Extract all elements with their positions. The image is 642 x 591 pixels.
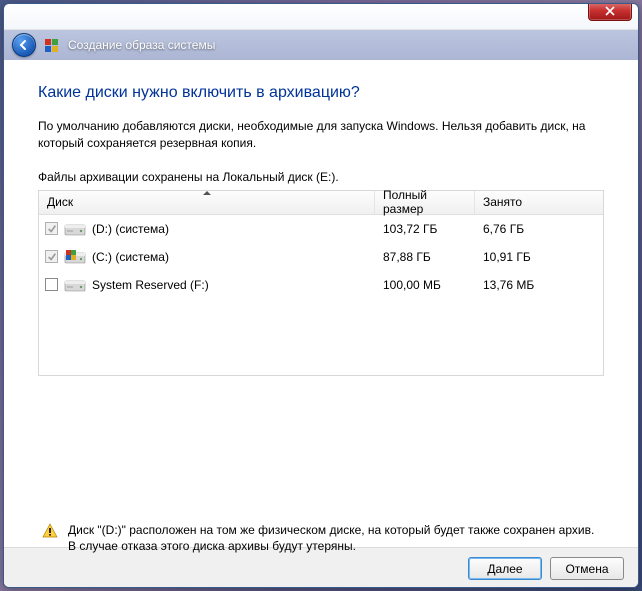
col-header-size[interactable]: Полный размер <box>375 191 475 214</box>
warning-icon <box>42 523 58 539</box>
close-icon <box>605 6 615 16</box>
cell-used: 10,91 ГБ <box>475 250 603 264</box>
table-body: (D:) (система) 103,72 ГБ6,76 ГБ (C:) (сист… <box>39 215 603 375</box>
cell-disk: System Reserved (F:) <box>39 277 375 293</box>
window-title: Создание образа системы <box>68 38 215 52</box>
col-header-disk-label: Диск <box>47 195 73 209</box>
drive-label: (C:) (система) <box>92 250 169 264</box>
cell-size: 100,00 МБ <box>375 278 475 292</box>
drive-icon <box>64 277 86 293</box>
warning-area: Диск "(D:)" расположен на том же физичес… <box>38 522 604 556</box>
row-checkbox <box>45 250 58 263</box>
next-button[interactable]: Далее <box>468 557 542 580</box>
table-row[interactable]: (D:) (система) 103,72 ГБ6,76 ГБ <box>39 215 603 243</box>
cell-used: 6,76 ГБ <box>475 222 603 236</box>
titlebar[interactable] <box>4 4 638 30</box>
page-description: По умолчанию добавляются диски, необходи… <box>38 118 604 152</box>
content-area: Какие диски нужно включить в архивацию? … <box>4 60 638 547</box>
cell-used: 13,76 МБ <box>475 278 603 292</box>
drive-label: (D:) (система) <box>92 222 169 236</box>
cell-size: 87,88 ГБ <box>375 250 475 264</box>
row-checkbox[interactable] <box>45 278 58 291</box>
windows-flag-icon <box>44 37 60 53</box>
cell-size: 103,72 ГБ <box>375 222 475 236</box>
page-heading: Какие диски нужно включить в архивацию? <box>38 84 604 102</box>
drive-label: System Reserved (F:) <box>92 278 209 292</box>
table-row[interactable]: (C:) (система) 87,88 ГБ10,91 ГБ <box>39 243 603 271</box>
save-location-text: Файлы архивации сохранены на Локальный д… <box>38 170 604 184</box>
back-button[interactable] <box>12 33 36 57</box>
cancel-button[interactable]: Отмена <box>550 557 624 580</box>
check-icon <box>47 252 57 262</box>
drive-windows-icon <box>64 249 86 265</box>
warning-text: Диск "(D:)" расположен на том же физичес… <box>68 522 600 556</box>
table-header: Диск Полный размер Занято <box>39 191 603 215</box>
check-icon <box>47 224 57 234</box>
cell-disk: (C:) (система) <box>39 249 375 265</box>
table-row[interactable]: System Reserved (F:) 100,00 МБ13,76 МБ <box>39 271 603 299</box>
close-button[interactable] <box>588 3 632 21</box>
disks-table: Диск Полный размер Занято (D:) (система)… <box>38 190 604 376</box>
arrow-left-icon <box>18 39 30 51</box>
col-header-used[interactable]: Занято <box>475 191 603 214</box>
drive-icon <box>64 221 86 237</box>
col-header-disk[interactable]: Диск <box>39 191 375 214</box>
wizard-window: Создание образа системы Какие диски нужн… <box>3 3 639 588</box>
cell-disk: (D:) (система) <box>39 221 375 237</box>
sort-indicator-icon <box>203 191 211 195</box>
navbar: Создание образа системы <box>4 30 638 60</box>
row-checkbox <box>45 222 58 235</box>
